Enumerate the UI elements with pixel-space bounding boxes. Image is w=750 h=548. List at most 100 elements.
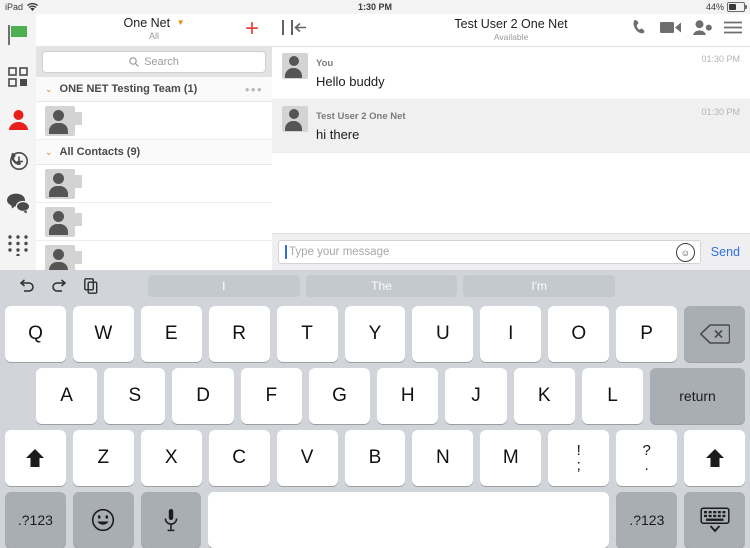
contact-row[interactable] — [36, 102, 272, 140]
key-z[interactable]: Z — [73, 430, 134, 486]
keyboard-row-4: .?123 .?123 — [0, 492, 750, 548]
prediction-item[interactable]: I — [148, 275, 300, 297]
add-person-icon[interactable] — [693, 20, 712, 35]
keyboard-row-1: Q W E R T Y U I O P — [0, 306, 750, 362]
hide-keyboard-key[interactable] — [684, 492, 745, 548]
keyboard-row-3: Z X C V B N M ! ; ? . — [0, 430, 750, 486]
contacts-title[interactable]: One Net ▼ — [36, 16, 272, 30]
contact-group-header[interactable]: ⌄ ONE NET Testing Team (1) ••• — [36, 77, 272, 102]
key-y[interactable]: Y — [345, 306, 406, 362]
key-b[interactable]: B — [345, 430, 406, 486]
chevron-down-icon: ⌄ — [45, 84, 53, 95]
key-u[interactable]: U — [412, 306, 473, 362]
emoji-key[interactable] — [73, 492, 134, 548]
group-more-button[interactable]: ••• — [245, 82, 263, 97]
text-cursor — [285, 245, 287, 259]
rail-item-flag[interactable] — [0, 14, 36, 56]
key-p[interactable]: P — [616, 306, 677, 362]
key-i[interactable]: I — [480, 306, 541, 362]
key-n[interactable]: N — [412, 430, 473, 486]
rail-item-dialpad[interactable] — [0, 224, 36, 266]
shift-icon — [704, 447, 726, 469]
key-o[interactable]: O — [548, 306, 609, 362]
key-q[interactable]: Q — [5, 306, 66, 362]
on-screen-keyboard: I The I'm Q W E R T Y U I O P A S — [0, 270, 750, 548]
key-l[interactable]: L — [582, 368, 643, 424]
key-t[interactable]: T — [277, 306, 338, 362]
battery-percent-label: 44% — [706, 2, 724, 12]
key-h[interactable]: H — [377, 368, 438, 424]
chat-panel: Test User 2 One Net Available — [272, 14, 750, 270]
rail-item-chat[interactable] — [0, 182, 36, 224]
message-list[interactable]: You Hello buddy 01:30 PM Test User 2 One… — [272, 47, 750, 233]
search-input[interactable]: Search — [42, 51, 266, 73]
prediction-item[interactable]: I'm — [463, 275, 615, 297]
numbers-key-left[interactable]: .?123 — [5, 492, 66, 548]
rail-item-call-history[interactable] — [0, 140, 36, 182]
key-w[interactable]: W — [73, 306, 134, 362]
key-m[interactable]: M — [480, 430, 541, 486]
contact-row[interactable] — [36, 203, 272, 241]
paste-icon[interactable] — [84, 278, 98, 294]
phone-icon[interactable] — [631, 19, 648, 36]
avatar — [282, 106, 308, 132]
microphone-icon — [164, 508, 178, 532]
message-row: Test User 2 One Net hi there 01:30 PM — [272, 100, 750, 153]
avatar — [45, 245, 75, 271]
prediction-item[interactable]: The — [306, 275, 458, 297]
chevron-down-icon: ⌄ — [45, 147, 53, 158]
redo-icon[interactable] — [51, 279, 68, 293]
contact-row[interactable] — [36, 165, 272, 203]
emoji-icon — [91, 508, 115, 532]
contact-row[interactable] — [36, 241, 272, 270]
menu-icon[interactable] — [724, 21, 742, 34]
emoji-icon[interactable]: ☺ — [676, 243, 695, 262]
key-c[interactable]: C — [209, 430, 270, 486]
space-key[interactable] — [208, 492, 609, 548]
shift-key-left[interactable] — [5, 430, 66, 486]
avatar — [45, 106, 75, 136]
key-e[interactable]: E — [141, 306, 202, 362]
key-f[interactable]: F — [241, 368, 302, 424]
ipad-screen: iPad 1:30 PM 44% — [0, 0, 750, 548]
key-question-period[interactable]: ? . — [616, 430, 677, 486]
key-top-label: ? — [642, 444, 650, 457]
undo-icon[interactable] — [18, 279, 35, 293]
key-s[interactable]: S — [104, 368, 165, 424]
shift-key-right[interactable] — [684, 430, 745, 486]
search-bar: Search — [36, 47, 272, 77]
key-r[interactable]: R — [209, 306, 270, 362]
return-key[interactable]: return — [650, 368, 745, 424]
search-placeholder: Search — [144, 56, 179, 68]
key-k[interactable]: K — [514, 368, 575, 424]
send-button[interactable]: Send — [707, 245, 744, 259]
key-bottom-label: . — [645, 459, 649, 472]
key-g[interactable]: G — [309, 368, 370, 424]
backspace-key[interactable] — [684, 306, 745, 362]
avatar — [45, 169, 75, 199]
rail-item-contacts[interactable] — [0, 98, 36, 140]
key-exclamation-semicolon[interactable]: ! ; — [548, 430, 609, 486]
message-body: You Hello buddy — [316, 53, 740, 91]
key-a[interactable]: A — [36, 368, 97, 424]
avatar — [45, 207, 75, 237]
status-bar-time: 1:30 PM — [0, 2, 750, 12]
prediction-list: I The I'm — [148, 275, 750, 297]
key-top-label: ! — [577, 444, 581, 457]
message-text: Hello buddy — [316, 73, 740, 91]
add-contact-button[interactable]: + — [240, 18, 264, 42]
shift-icon — [24, 447, 46, 469]
contact-group-header[interactable]: ⌄ All Contacts (9) — [36, 140, 272, 165]
contacts-header: One Net ▼ All + — [36, 14, 272, 47]
dictation-key[interactable] — [141, 492, 202, 548]
contacts-subtitle: All — [36, 31, 272, 41]
key-j[interactable]: J — [445, 368, 506, 424]
message-input[interactable]: Type your message ☺ — [278, 240, 701, 264]
key-v[interactable]: V — [277, 430, 338, 486]
key-d[interactable]: D — [172, 368, 233, 424]
battery-icon — [727, 2, 745, 12]
rail-item-grid[interactable] — [0, 56, 36, 98]
key-x[interactable]: X — [141, 430, 202, 486]
video-icon[interactable] — [660, 21, 681, 34]
numbers-key-right[interactable]: .?123 — [616, 492, 677, 548]
